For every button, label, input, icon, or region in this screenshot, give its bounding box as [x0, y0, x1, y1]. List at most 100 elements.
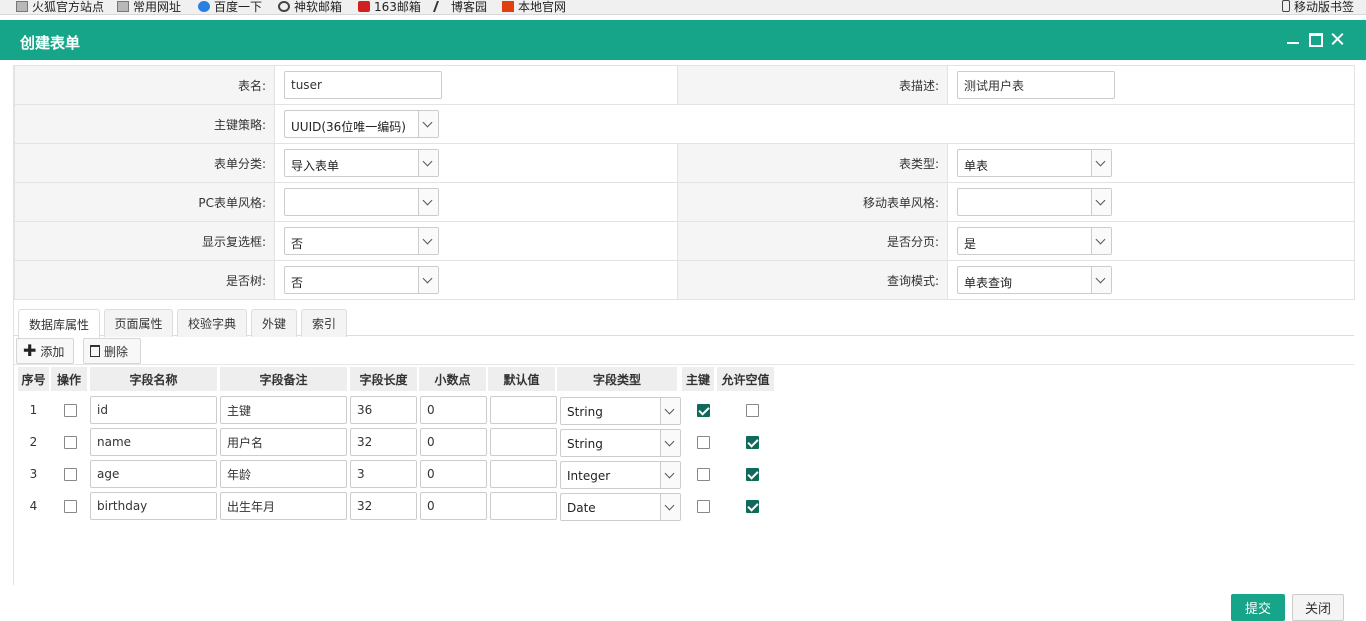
tab-database-properties[interactable]: 数据库属性 — [18, 309, 100, 338]
field-remark-input[interactable] — [220, 460, 347, 488]
nullable-checkbox[interactable] — [746, 404, 759, 417]
pc-style-select[interactable] — [284, 188, 439, 216]
field-name-input[interactable] — [90, 492, 217, 520]
row-seq: 1 — [29, 403, 38, 417]
table-type-select[interactable]: 单表 — [957, 149, 1112, 177]
paging-select[interactable]: 是 — [957, 227, 1112, 255]
primary-key-checkbox[interactable] — [697, 404, 710, 417]
chevron-down-icon — [1091, 267, 1111, 293]
bookmark-common-sites[interactable]: 常用网址 — [117, 0, 181, 14]
form-category-select[interactable]: 导入表单 — [284, 149, 439, 177]
pc-style-label: PC表单风格: — [14, 182, 275, 222]
show-checkbox-select[interactable]: 否 — [284, 227, 439, 255]
nullable-checkbox[interactable] — [746, 468, 759, 481]
table-name-input[interactable] — [284, 71, 442, 99]
chevron-down-icon — [418, 150, 438, 176]
col-header-primary-key: 主键 — [682, 367, 714, 391]
col-header-operation: 操作 — [51, 367, 87, 391]
tab-page-properties[interactable]: 页面属性 — [104, 309, 173, 337]
field-default-input[interactable] — [490, 460, 557, 488]
field-type-select[interactable]: Integer — [560, 461, 681, 489]
col-header-field-length: 字段长度 — [350, 367, 417, 391]
tab-foreign-key[interactable]: 外键 — [251, 309, 297, 337]
bookmark-baidu[interactable]: 百度一下 — [198, 0, 262, 14]
row-select-checkbox[interactable] — [64, 468, 77, 481]
grid-toolbar: ✚ 添加 删除 — [14, 337, 1354, 365]
is-tree-label: 是否树: — [14, 260, 275, 300]
field-remark-input[interactable] — [220, 396, 347, 424]
field-length-input[interactable] — [350, 428, 417, 456]
chevron-down-icon — [418, 228, 438, 254]
field-name-input[interactable] — [90, 428, 217, 456]
query-mode-label: 查询模式: — [677, 260, 948, 300]
primary-key-checkbox[interactable] — [697, 500, 710, 513]
bookmark-cnblogs[interactable]: 博客园 — [432, 0, 487, 14]
tab-index[interactable]: 索引 — [301, 309, 347, 337]
primary-key-checkbox[interactable] — [697, 436, 710, 449]
field-decimal-input[interactable] — [420, 396, 487, 424]
field-length-input[interactable] — [350, 492, 417, 520]
field-default-input[interactable] — [490, 428, 557, 456]
chevron-down-icon — [660, 494, 680, 520]
globe-icon — [278, 0, 290, 12]
pk-strategy-select[interactable]: UUID(36位唯一编码) — [284, 110, 439, 138]
mobile-bookmarks[interactable]: 移动版书签 — [1282, 0, 1354, 14]
field-type-select[interactable]: String — [560, 397, 681, 425]
baidu-paw-icon — [198, 0, 210, 12]
row-seq: 3 — [29, 467, 38, 481]
bookmarks-bar: 火狐官方站点 常用网址 百度一下 神软邮箱 163邮箱 博客园 本地官网 移动版… — [0, 0, 1366, 15]
bookmark-local-site[interactable]: 本地官网 — [502, 0, 566, 14]
table-desc-input[interactable] — [957, 71, 1115, 99]
chevron-down-icon — [660, 430, 680, 456]
submit-button[interactable]: 提交 — [1231, 594, 1285, 621]
minimize-icon[interactable] — [1286, 32, 1300, 46]
form-table: 表名: 表描述: 主键策略: UUID(36位唯一编码) 表单分类: 导入表单 — [14, 65, 1355, 300]
row-seq: 4 — [29, 499, 38, 513]
table-desc-label: 表描述: — [677, 65, 948, 105]
field-decimal-input[interactable] — [420, 460, 487, 488]
field-name-input[interactable] — [90, 460, 217, 488]
close-icon[interactable] — [1330, 32, 1344, 46]
field-type-select[interactable]: String — [560, 429, 681, 457]
row-select-checkbox[interactable] — [64, 404, 77, 417]
bookmark-mail[interactable]: 神软邮箱 — [278, 0, 342, 14]
col-header-nullable: 允许空值 — [717, 367, 774, 391]
field-name-input[interactable] — [90, 396, 217, 424]
nullable-checkbox[interactable] — [746, 500, 759, 513]
field-default-input[interactable] — [490, 396, 557, 424]
tab-validation-dictionary[interactable]: 校验字典 — [177, 309, 247, 337]
mobile-style-label: 移动表单风格: — [677, 182, 948, 222]
nullable-checkbox[interactable] — [746, 436, 759, 449]
mobile-style-select[interactable] — [957, 188, 1112, 216]
field-type-select[interactable]: Date — [560, 493, 681, 521]
cnblogs-icon — [432, 0, 450, 12]
form-category-label: 表单分类: — [14, 143, 275, 183]
property-tabs: 数据库属性 页面属性 校验字典 外键 索引 — [14, 307, 1354, 338]
row-select-checkbox[interactable] — [64, 436, 77, 449]
field-length-input[interactable] — [350, 396, 417, 424]
field-remark-input[interactable] — [220, 428, 347, 456]
row-select-checkbox[interactable] — [64, 500, 77, 513]
field-default-input[interactable] — [490, 492, 557, 520]
primary-key-checkbox[interactable] — [697, 468, 710, 481]
local-site-icon — [502, 0, 514, 12]
add-button[interactable]: ✚ 添加 — [16, 338, 74, 364]
field-decimal-input[interactable] — [420, 492, 487, 520]
table-type-label: 表类型: — [677, 143, 948, 183]
delete-button[interactable]: 删除 — [83, 338, 141, 364]
is-tree-select[interactable]: 否 — [284, 266, 439, 294]
bookmark-163[interactable]: 163邮箱 — [358, 0, 421, 14]
field-remark-input[interactable] — [220, 492, 347, 520]
col-header-default: 默认值 — [488, 367, 555, 391]
field-length-input[interactable] — [350, 460, 417, 488]
chevron-down-icon — [1091, 228, 1111, 254]
plus-icon: ✚ — [23, 341, 37, 360]
close-button[interactable]: 关闭 — [1292, 594, 1344, 621]
chevron-down-icon — [1091, 150, 1111, 176]
maximize-icon[interactable] — [1308, 32, 1323, 47]
query-mode-select[interactable]: 单表查询 — [957, 266, 1112, 294]
field-decimal-input[interactable] — [420, 428, 487, 456]
phone-icon — [1282, 0, 1290, 12]
bookmark-firefox-site[interactable]: 火狐官方站点 — [16, 0, 104, 14]
chevron-down-icon — [418, 267, 438, 293]
